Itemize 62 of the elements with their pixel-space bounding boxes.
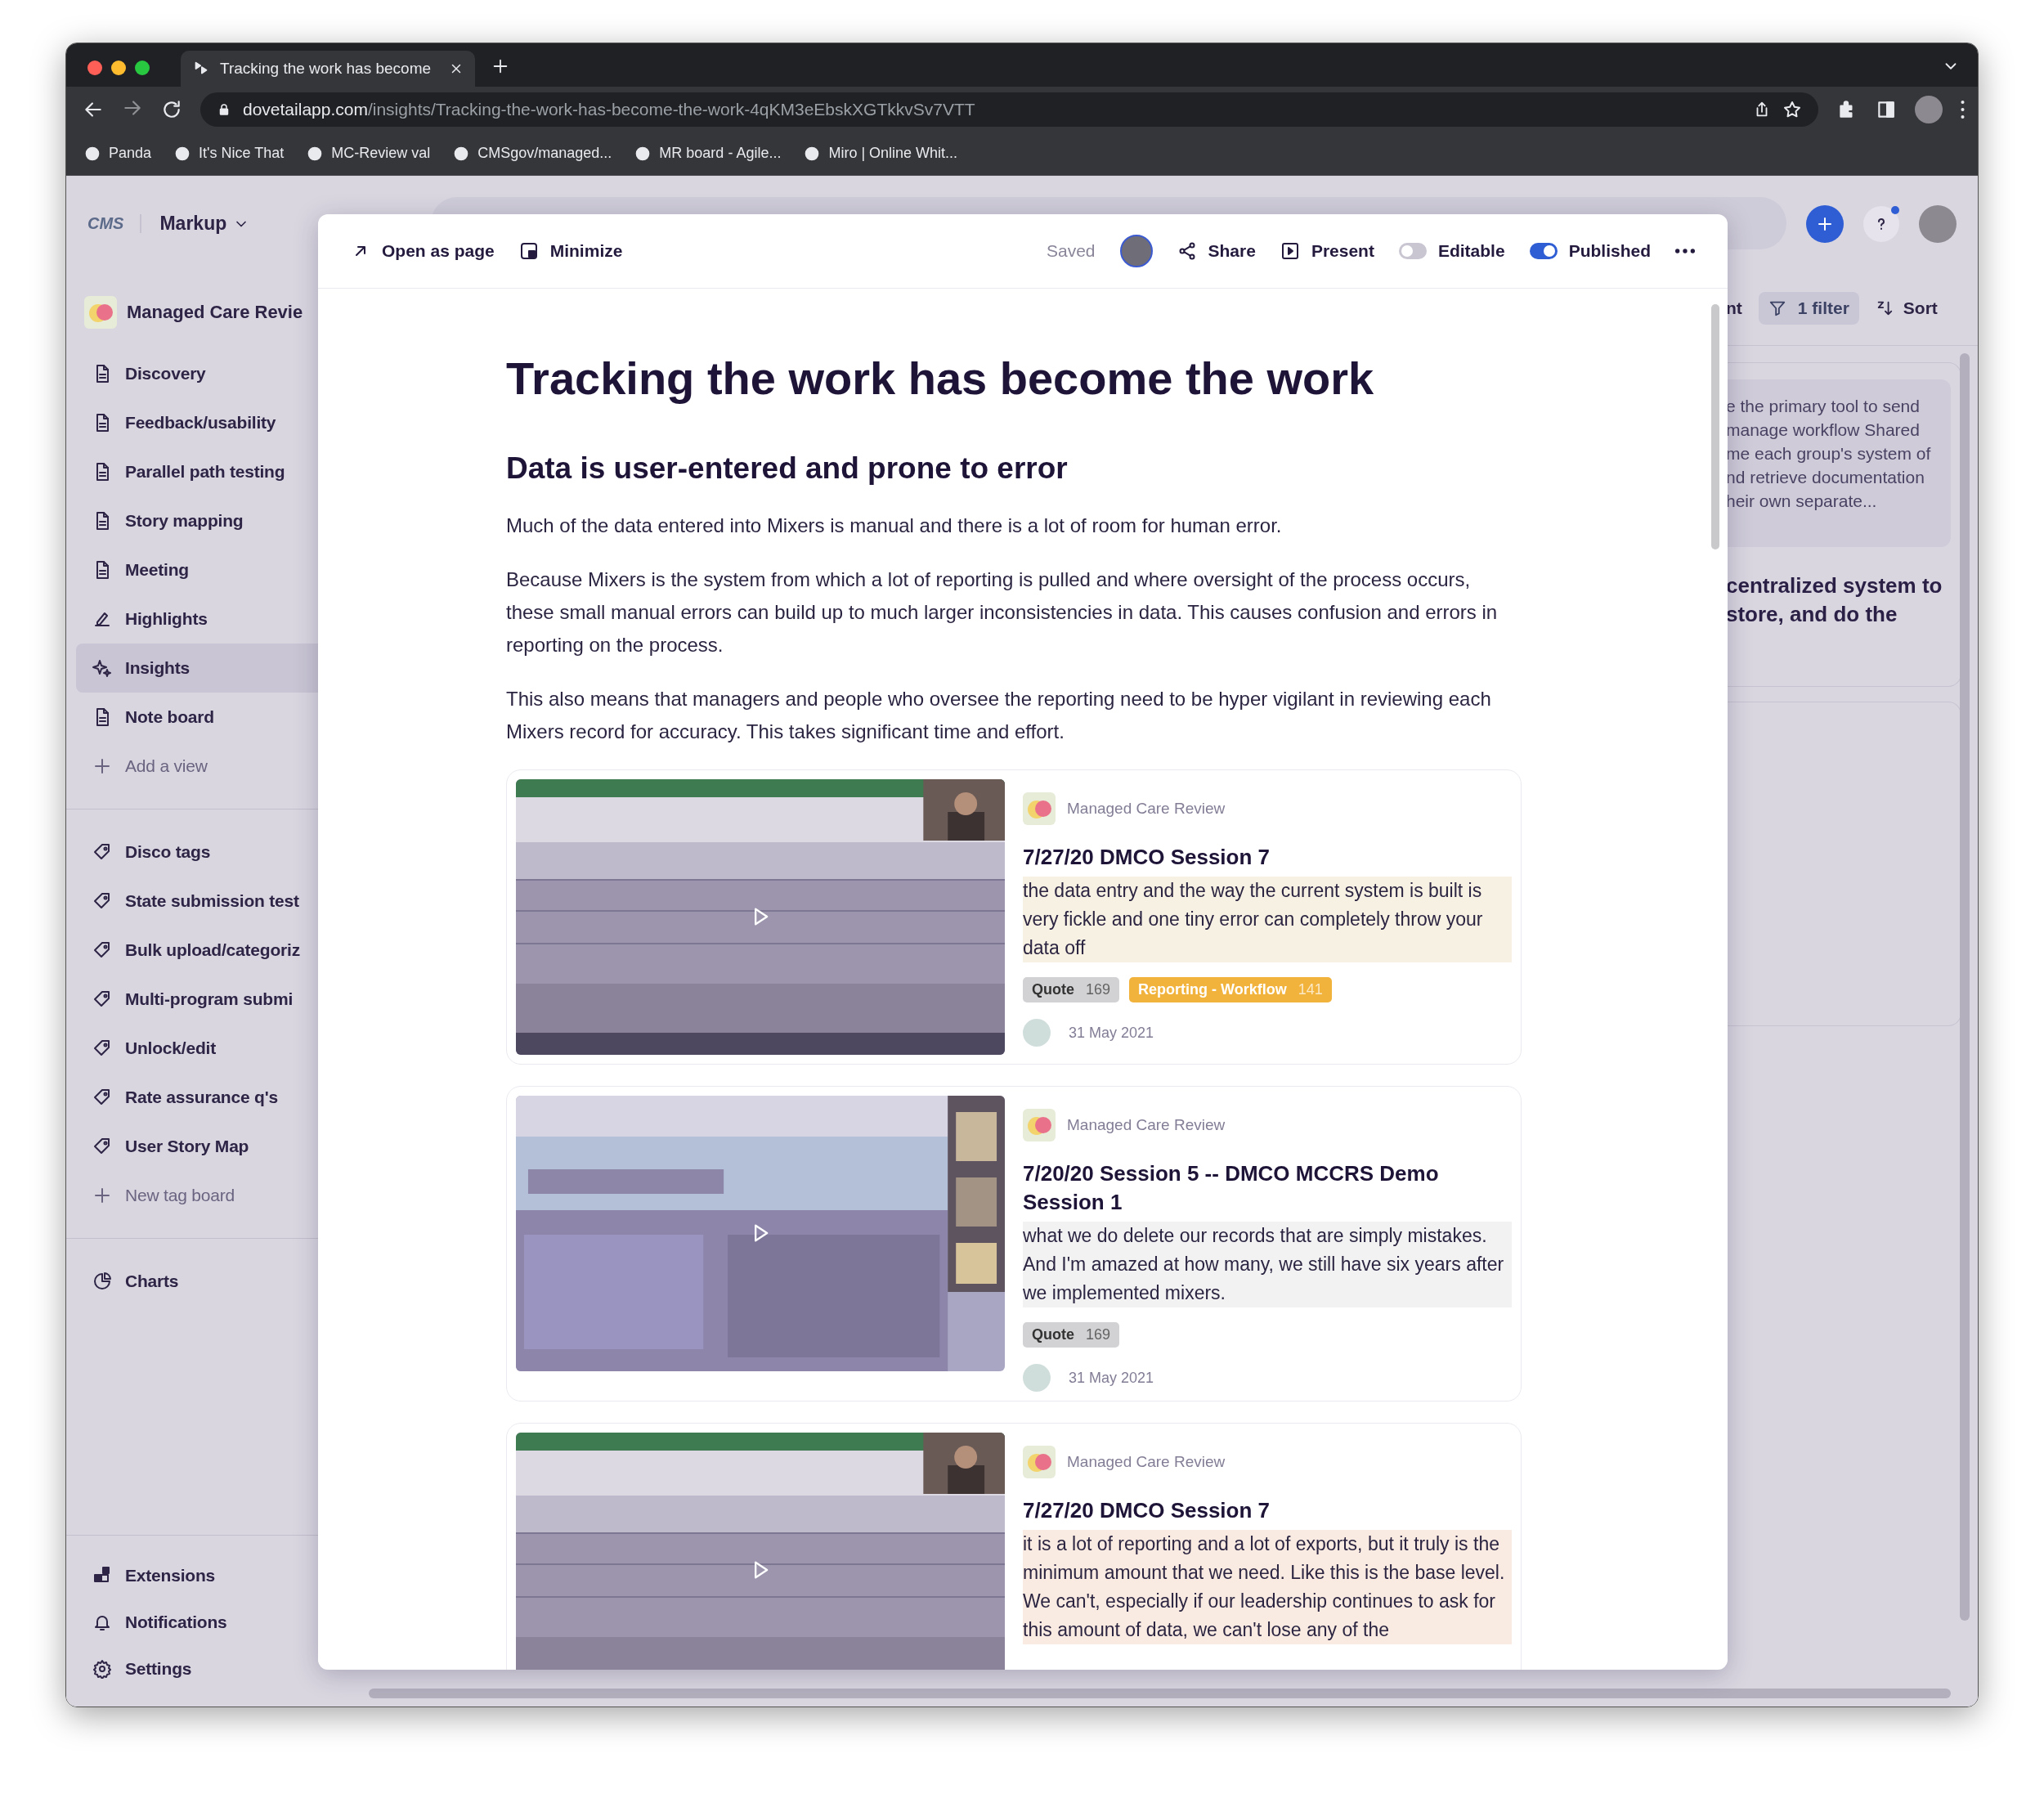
sidebar-item[interactable]: Highlights xyxy=(76,594,318,644)
workspace-menu[interactable]: Markup xyxy=(159,213,250,235)
quote-text: it is a lot of reporting and a lot of exports, but it truly is the minimum amount that we need. Like this is the base level. We can't, especially if our leadership continues to ask for this amount of data, we can't lose any of the xyxy=(1023,1530,1512,1644)
share-button[interactable]: Share xyxy=(1177,241,1256,261)
sidebar-item[interactable]: Notifications xyxy=(76,1599,318,1645)
address-bar[interactable]: dovetailapp.com/insights/Tracking-the-work-has-become-the-work-4qKM3eEbskXGTkkvSv7VTT xyxy=(200,92,1818,127)
paragraph: Because Mixers is the system from which a lot of reporting is pulled and where oversight of the process occurs, these small manual errors can build up to much larger inconsistencies in data. This causes confusion and errors in reporting on the process. xyxy=(506,567,1499,657)
filter-button[interactable]: 1 filter xyxy=(1758,292,1859,325)
sidebar-item[interactable]: Note board xyxy=(76,693,318,742)
bookmark[interactable]: CMSgov/managed... xyxy=(453,145,612,162)
tag-chip[interactable]: Quote 169 xyxy=(1023,977,1120,1002)
project-name[interactable]: Managed Care Revie xyxy=(66,292,318,333)
save-status: Saved xyxy=(1047,241,1096,261)
sidebar-item[interactable]: Multi-program submi xyxy=(76,975,318,1024)
sidebar-item[interactable]: Disco tags xyxy=(76,827,318,877)
sidebar-item[interactable]: Add a view xyxy=(76,742,318,791)
project-label: Managed Care Review xyxy=(1067,800,1226,818)
project-label: Managed Care Review xyxy=(1067,1116,1226,1134)
bookmark[interactable]: MR board - Agile... xyxy=(634,145,782,162)
header-button[interactable]: Minimize xyxy=(518,241,623,261)
highlight-title: 7/27/20 DMCO Session 7 xyxy=(1023,844,1271,871)
bookmark[interactable]: MC-Review val xyxy=(307,145,431,162)
bookmark[interactable]: Miro | Online Whit... xyxy=(804,145,958,162)
sidebar-item[interactable]: New tag board xyxy=(76,1171,318,1220)
sidebar-item[interactable]: Feedback/usability xyxy=(76,398,318,447)
paragraph: Much of the data entered into Mixers is manual and there is a lot of room for human error. xyxy=(506,514,1283,538)
sidebar-item[interactable]: Insights xyxy=(76,644,318,693)
section-heading: Data is user-entered and prone to error xyxy=(506,451,1069,487)
sidebar-item[interactable]: Rate assurance q's xyxy=(76,1073,318,1122)
header-button[interactable]: Open as page xyxy=(351,241,495,261)
document-title: Tracking the work has become the work xyxy=(506,352,1375,405)
date-label: 31 May 2021 xyxy=(1069,1024,1154,1042)
tab-title: Tracking the work has become xyxy=(220,60,433,78)
sidebar-item[interactable]: User Story Map xyxy=(76,1122,318,1171)
bookmark[interactable]: It's Nice That xyxy=(174,145,285,162)
sidebar-item[interactable]: Story mapping xyxy=(76,496,318,545)
sidebar-item[interactable]: State submission test xyxy=(76,877,318,926)
paragraph: This also means that managers and people who oversee the reporting need to be hyper vigilant in reviewing each Mixers record for accuracy. This takes significant time and effort. xyxy=(506,687,1492,744)
url-text: dovetailapp.com/insights/Tracking-the-work-has-become-the-work-4qKM3eEbskXGTkkvSv7VTT xyxy=(243,99,976,119)
sidebar-item[interactable]: Bulk upload/categoriz xyxy=(76,926,318,975)
highlight-title: 7/20/20 Session 5 -- DMCO MCCRS Demo Session 1 xyxy=(1023,1160,1440,1216)
quote-text: what we do delete our records that are simply mistakes. And I'm amazed at how many, we still have six years after we implemented mixers. xyxy=(1023,1222,1512,1307)
sidebar-item[interactable]: Unlock/edit xyxy=(76,1024,318,1073)
sidebar-item[interactable]: Settings xyxy=(76,1645,318,1692)
browser-tab[interactable]: Tracking the work has become xyxy=(181,51,475,87)
toggle-label: Published xyxy=(1568,241,1651,261)
highlight-title: 7/27/20 DMCO Session 7 xyxy=(1023,1497,1271,1524)
sidebar-item[interactable]: Parallel path testing xyxy=(76,447,318,496)
sidebar-item[interactable]: Meeting xyxy=(76,545,318,594)
tag-chip[interactable]: Quote 169 xyxy=(1023,1322,1120,1348)
date-label: 31 May 2021 xyxy=(1069,1369,1154,1387)
bookmark[interactable]: Panda xyxy=(84,145,152,162)
toggle-label: Editable xyxy=(1437,241,1505,261)
insight-title: centralized system to store, and do the xyxy=(1726,572,1943,628)
logo[interactable]: CMS xyxy=(87,214,142,233)
quote-text: the data entry and the way the current system is built is very fickle and one tiny error can completely throw your data off xyxy=(1023,877,1512,962)
sidebar-item[interactable]: Discovery xyxy=(76,349,318,398)
sort-button[interactable]: Sort xyxy=(1875,298,1938,318)
sidebar-item[interactable]: Extensions xyxy=(76,1552,318,1599)
present-button[interactable]: Present xyxy=(1280,241,1374,261)
project-label: Managed Care Review xyxy=(1067,1453,1226,1471)
sidebar-item[interactable]: Charts xyxy=(76,1257,318,1306)
